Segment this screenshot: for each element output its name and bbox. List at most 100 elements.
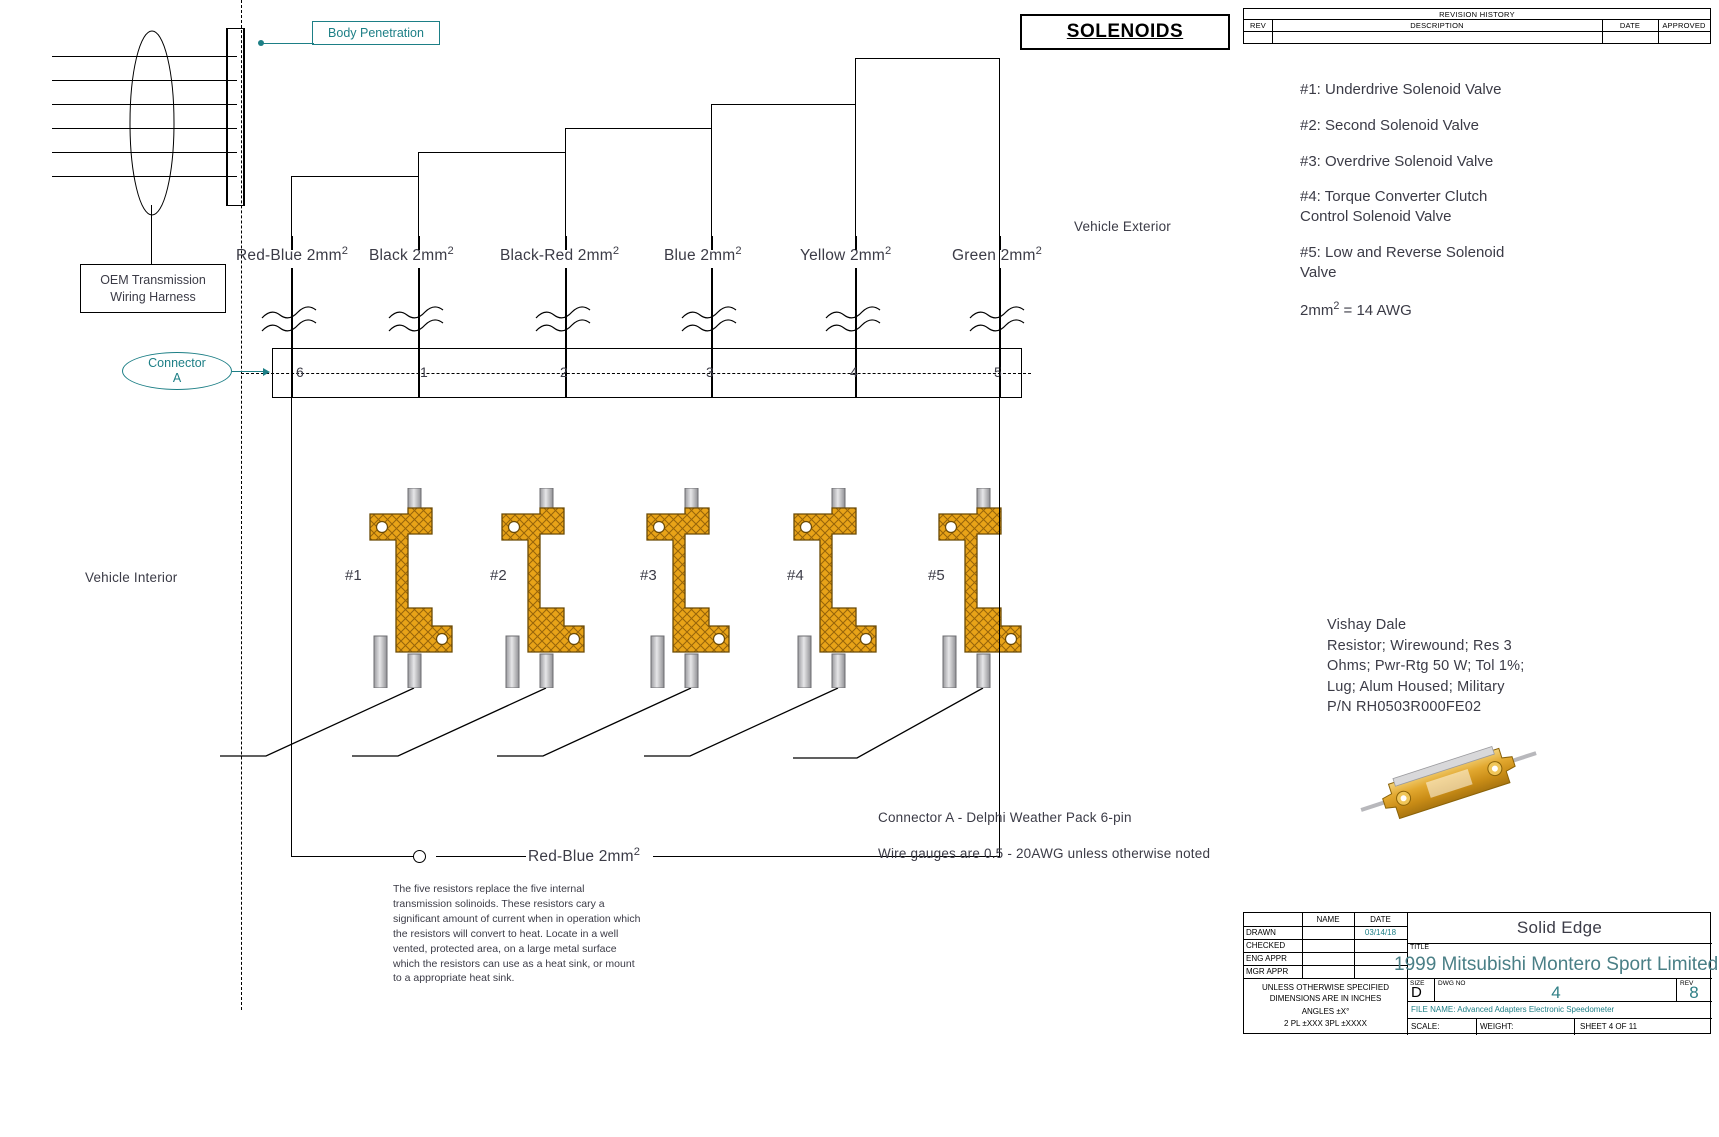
solenoid-legend: #1: Underdrive Solenoid Valve #2: Second… — [1300, 80, 1530, 336]
top-feed-5 — [711, 104, 856, 105]
tb-drawn-date: 03/14/18 — [1364, 928, 1397, 937]
resistor-1 — [369, 488, 453, 688]
wire-label-text-5: Yellow 2mm — [800, 247, 885, 265]
revision-history-title: REVISION HISTORY — [1244, 9, 1710, 20]
part-description: Vishay Dale Resistor; Wirewound; Res 3 O… — [1327, 615, 1542, 718]
tb-row-engappr-label: ENG APPR — [1246, 954, 1287, 963]
wire-label-5: Yellow 2mm2 — [800, 245, 891, 265]
resistor-label-4: #4 — [787, 567, 804, 584]
connector-pin-4: 4 — [850, 364, 858, 380]
resistor-return-lead-5 — [793, 688, 984, 759]
rev-col-approved: APPROVED — [1658, 20, 1710, 32]
tb-rev-value: 8 — [1689, 983, 1699, 1002]
top-feed-5-drop — [711, 104, 712, 250]
oem-harness-line1: OEM Transmission — [100, 272, 206, 287]
sheet-title-banner: SOLENOIDS — [1020, 14, 1230, 50]
wire-break-symbol-5 — [825, 306, 881, 332]
bus-junction-node — [413, 850, 426, 863]
callout-body-penetration: Body Penetration — [312, 21, 440, 45]
tb-tolerance-3: ANGLES ±X° — [1301, 1007, 1350, 1016]
wire-label-sup-6: 2 — [1035, 245, 1043, 257]
return-bus-riser-right — [999, 58, 1000, 856]
callout-body-leader — [262, 43, 314, 44]
bottom-wire-label: Red-Blue 2mm2 — [528, 846, 641, 866]
wire-label-4: Blue 2mm2 — [664, 245, 742, 265]
part-line-4: Lug; Alum Housed; Military — [1327, 678, 1505, 695]
tb-row-mgrappr-label: MGR APPR — [1246, 967, 1289, 976]
resistor-5 — [938, 488, 1022, 688]
legend-item-3: #3: Overdrive Solenoid Valve — [1300, 152, 1494, 170]
top-feed-mid — [565, 128, 711, 129]
resistor-installation-note: The five resistors replace the five inte… — [393, 883, 641, 985]
oem-harness-line2: Wiring Harness — [110, 289, 196, 304]
wire-label-text-4: Blue 2mm — [664, 247, 736, 265]
tb-tolerance-1: UNLESS OTHERWISE SPECIFIED — [1262, 983, 1389, 992]
top-feed-4-drop — [291, 176, 292, 250]
return-bus-mid — [436, 856, 526, 857]
connector-pin-3: 3 — [706, 364, 714, 380]
resistor-3 — [646, 488, 730, 688]
tb-row-drawn-label: DRAWN — [1246, 928, 1276, 937]
part-line-2: Resistor; Wirewound; Res 3 — [1327, 637, 1512, 654]
rev-col-description: DESCRIPTION — [1272, 20, 1602, 32]
connector-pin-1: 1 — [420, 364, 428, 380]
callout-body-penetration-label: Body Penetration — [328, 25, 424, 40]
part-line-5: P/N RH0503R000FE02 — [1327, 699, 1482, 716]
wire-label-text-6: Green 2mm — [952, 247, 1036, 265]
part-line-1: Vishay Dale — [1327, 617, 1407, 633]
callout-body-anchor-dot — [258, 40, 264, 46]
callout-connector-a-line1: Connector — [148, 356, 206, 370]
wire-break-symbol-3 — [535, 306, 591, 332]
interior-exterior-divider — [241, 0, 242, 1010]
wire-label-text-3: Black-Red 2mm — [500, 247, 613, 265]
resistor-label-5: #5 — [928, 567, 945, 584]
resistor-2 — [501, 488, 585, 688]
wire-break-symbol-4 — [681, 306, 737, 332]
resistor-4 — [793, 488, 877, 688]
tb-col-name: NAME — [1316, 915, 1340, 924]
drawing-sheet: SOLENOIDS REVISION HISTORY REV DESCRIPTI… — [0, 0, 1719, 1137]
wire-label-sup-2: 2 — [447, 245, 454, 257]
wire-label-3: Black-Red 2mm2 — [500, 245, 619, 265]
wire-label-text-1: Red-Blue 2mm — [236, 247, 342, 265]
sheet-title-text: SOLENOIDS — [1066, 21, 1184, 42]
callout-connector-a: Connector A — [122, 352, 232, 390]
connector-centerline — [241, 373, 1031, 374]
wire-label-text-2: Black 2mm — [369, 247, 448, 265]
return-bus-left — [291, 856, 423, 857]
top-feed-3-drop — [418, 152, 419, 250]
grommet-ellipse — [129, 30, 175, 216]
rev-col-rev: REV — [1244, 20, 1272, 32]
wire-label-6: Green 2mm2 — [952, 245, 1042, 265]
wire-label-sup-5: 2 — [885, 245, 892, 257]
resistor-product-photo — [1360, 745, 1537, 820]
legend-gauge-note: 2mm2 = 14 AWG — [1300, 299, 1412, 319]
top-feed-mid-drop — [565, 128, 566, 250]
title-block: NAME DATE DRAWN CHECKED ENG APPR MGR APP… — [1243, 912, 1718, 1035]
tb-software-name: Solid Edge — [1516, 918, 1603, 937]
callout-connector-a-line2: A — [172, 371, 182, 385]
top-feed-4 — [291, 176, 419, 177]
connector-pin-5: 5 — [994, 364, 1002, 380]
label-vehicle-exterior: Vehicle Exterior — [1074, 219, 1171, 234]
top-feed-3 — [418, 152, 566, 153]
legend-item-1: #1: Underdrive Solenoid Valve — [1300, 81, 1502, 98]
rev-col-date: DATE — [1602, 20, 1658, 32]
tb-sheet: SHEET 4 OF 11 — [1580, 1022, 1638, 1031]
connector-pin-2: 2 — [560, 364, 568, 380]
tb-title-caption: TITLE — [1410, 944, 1430, 951]
oem-harness-box: OEM Transmission Wiring Harness — [80, 264, 226, 313]
bulkhead-left-edge — [226, 28, 228, 206]
wire-break-symbol-1 — [261, 306, 317, 332]
tb-drawing-title: 1999 Mitsubishi Montero Sport Limited — [1394, 954, 1719, 975]
part-line-3: Ohms; Pwr-Rtg 50 W; Tol 1%; — [1327, 658, 1525, 675]
tb-weight-caption: WEIGHT: — [1480, 1022, 1514, 1031]
tb-size-value: D — [1411, 984, 1422, 1001]
bulkhead-right-edge — [243, 28, 245, 206]
legend-item-5: #5: Low and Reverse Solenoid Valve — [1300, 243, 1505, 281]
tb-col-date: DATE — [1370, 915, 1391, 924]
connector-type-note: Connector A - Delphi Weather Pack 6-pin — [878, 810, 1132, 825]
connector-pin-6: 6 — [296, 364, 304, 380]
resistor-label-3: #3 — [640, 567, 657, 584]
legend-item-2: #2: Second Solenoid Valve — [1300, 116, 1480, 134]
